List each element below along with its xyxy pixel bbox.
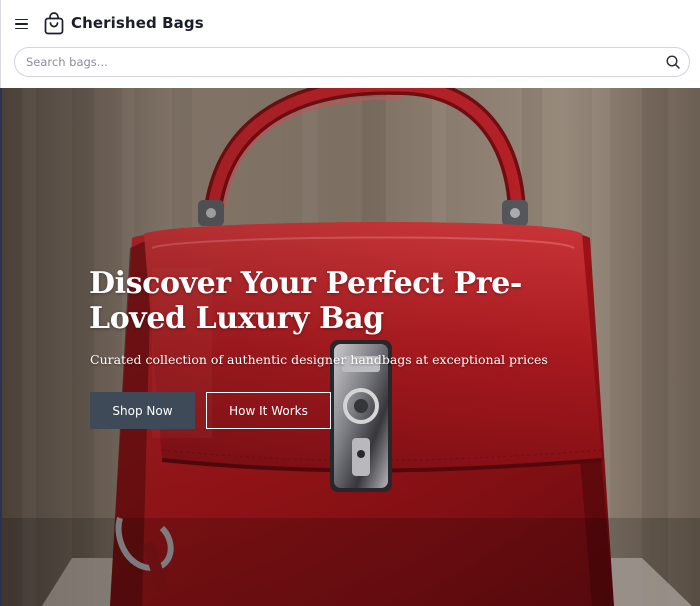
hero-title: Discover Your Perfect Pre-Loved Luxury B… bbox=[89, 266, 522, 336]
search-input[interactable] bbox=[26, 53, 646, 71]
hero-subtitle: Curated collection of authentic designer… bbox=[90, 352, 548, 367]
how-it-works-button[interactable]: How It Works bbox=[206, 392, 331, 429]
hero-banner: Discover Your Perfect Pre-Loved Luxury B… bbox=[0, 88, 700, 606]
site-header: Cherished Bags bbox=[0, 0, 700, 88]
brand-name[interactable]: Cherished Bags bbox=[71, 14, 204, 32]
shopping-bag-icon[interactable] bbox=[42, 12, 66, 36]
shop-now-button[interactable]: Shop Now bbox=[90, 392, 195, 429]
hero-overlay bbox=[2, 88, 700, 606]
hamburger-menu-icon[interactable] bbox=[15, 16, 31, 32]
search-icon[interactable] bbox=[665, 54, 681, 70]
search-bar bbox=[14, 47, 690, 77]
